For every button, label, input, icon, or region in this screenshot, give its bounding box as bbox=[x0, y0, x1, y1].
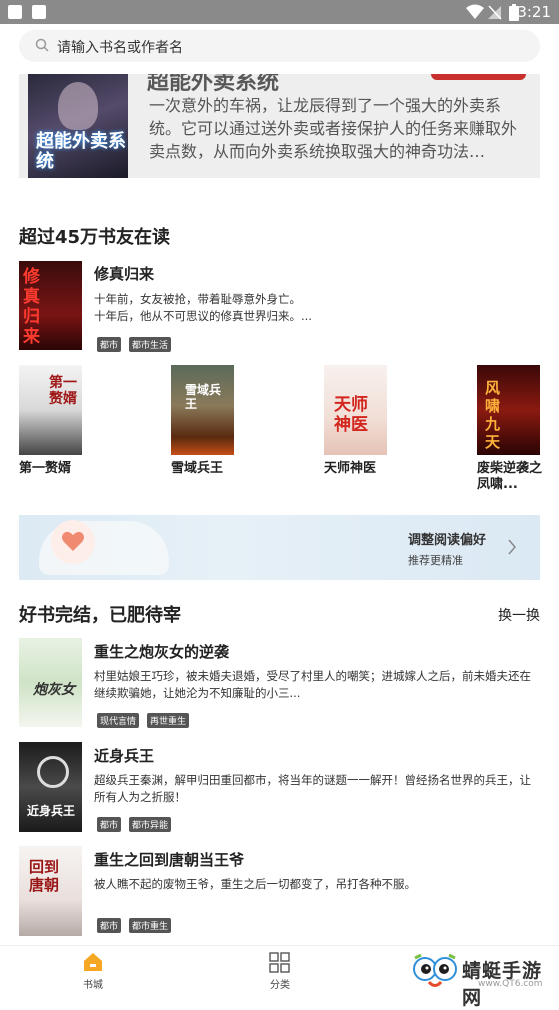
wifi-icon bbox=[466, 4, 484, 19]
book-cover: 雪域兵王 bbox=[171, 365, 234, 455]
banner-title: 超能外卖系统 bbox=[147, 74, 280, 95]
book-cover: 回到唐朝 bbox=[19, 846, 82, 936]
book-tags: 都市 都市生活 bbox=[97, 333, 179, 352]
book-title: 重生之回到唐朝当王爷 bbox=[94, 851, 245, 869]
book-tags: 都市 都市重生 bbox=[97, 914, 179, 933]
book-description: 十年前，女友被抢，带着耻辱意外身亡。 十年后，他从不可思议的修真世界归来。... bbox=[94, 292, 312, 323]
book-title: 第一赘婿 bbox=[19, 461, 72, 476]
search-placeholder: 请输入书名或作者名 bbox=[57, 40, 183, 56]
notification-icon bbox=[32, 5, 46, 19]
book-cover: 风啸九天 bbox=[477, 365, 540, 455]
book-description: 村里姑娘王巧珍，被未婚夫退婚，受尽了村里人的嘲笑；进城嫁人之后，前未婚夫还在继续… bbox=[94, 669, 531, 700]
book-title: 重生之炮灰女的逆袭 bbox=[94, 643, 230, 661]
status-bar: 3:21 bbox=[0, 0, 559, 24]
preference-title: 调整阅读偏好 bbox=[408, 533, 487, 548]
tab-label: 分类 bbox=[270, 980, 290, 991]
section-title-finished: 好书完结，已肥待宰 bbox=[19, 605, 181, 626]
search-input[interactable]: 请输入书名或作者名 bbox=[19, 30, 540, 62]
book-cover: 近身兵王 bbox=[19, 742, 82, 832]
book-title: 雪域兵王 bbox=[171, 461, 224, 476]
banner-pager bbox=[149, 174, 357, 178]
featured-banner[interactable]: 超能外卖系统 超能外卖系统 一次意外的车祸，让龙辰得到了一个强大的外卖系统。它可… bbox=[19, 74, 540, 178]
book-cover: 第一赘婿 bbox=[19, 365, 82, 455]
watermark-url: www.QT6.com bbox=[478, 979, 543, 989]
preference-subtitle: 推荐更精准 bbox=[408, 554, 463, 567]
refresh-button[interactable]: 换一换 bbox=[498, 605, 540, 625]
tab-label: 书城 bbox=[83, 980, 103, 991]
reading-preference-card[interactable]: 调整阅读偏好 推荐更精准 bbox=[19, 515, 540, 580]
book-cover: 修真归来 bbox=[19, 261, 82, 350]
grid-icon bbox=[269, 952, 290, 973]
banner-badge bbox=[431, 74, 526, 80]
watermark-logo: 蜻蜓手游网 www.QT6.com bbox=[412, 950, 559, 1009]
book-description: 被人瞧不起的废物王爷，重生之后一切都变了，吊打各种不服。 bbox=[94, 877, 416, 891]
book-title: 天师神医 bbox=[324, 461, 377, 476]
section-title-reading: 超过45万书友在读 bbox=[19, 227, 171, 248]
home-icon bbox=[84, 953, 102, 971]
dragonfly-logo-icon bbox=[413, 954, 457, 987]
banner-cover-image: 超能外卖系统 bbox=[28, 74, 128, 178]
heart-icon bbox=[51, 520, 95, 564]
clock: 3:21 bbox=[517, 3, 551, 21]
book-title: 废柴逆袭之凤啸... bbox=[477, 461, 543, 492]
book-tags: 现代言情 再世重生 bbox=[97, 709, 197, 728]
book-description: 超级兵王秦渊，解甲归田重回都市，将当年的谜题一一解开！曾经扬名世界的兵王，让所有… bbox=[94, 773, 531, 804]
search-icon bbox=[35, 38, 49, 52]
book-title: 修真归来 bbox=[94, 265, 155, 283]
chevron-right-icon bbox=[508, 539, 516, 555]
banner-description: 一次意外的车祸，让龙辰得到了一个强大的外卖系统。它可以通过送外卖或者接保护人的任… bbox=[149, 96, 518, 161]
book-cover: 炮灰女 bbox=[19, 638, 82, 727]
book-cover: 天师神医 bbox=[324, 365, 387, 455]
notification-icon bbox=[8, 5, 22, 19]
book-title: 近身兵王 bbox=[94, 747, 155, 765]
signal-icon bbox=[488, 5, 502, 20]
book-tags: 都市 都市异能 bbox=[97, 813, 179, 832]
